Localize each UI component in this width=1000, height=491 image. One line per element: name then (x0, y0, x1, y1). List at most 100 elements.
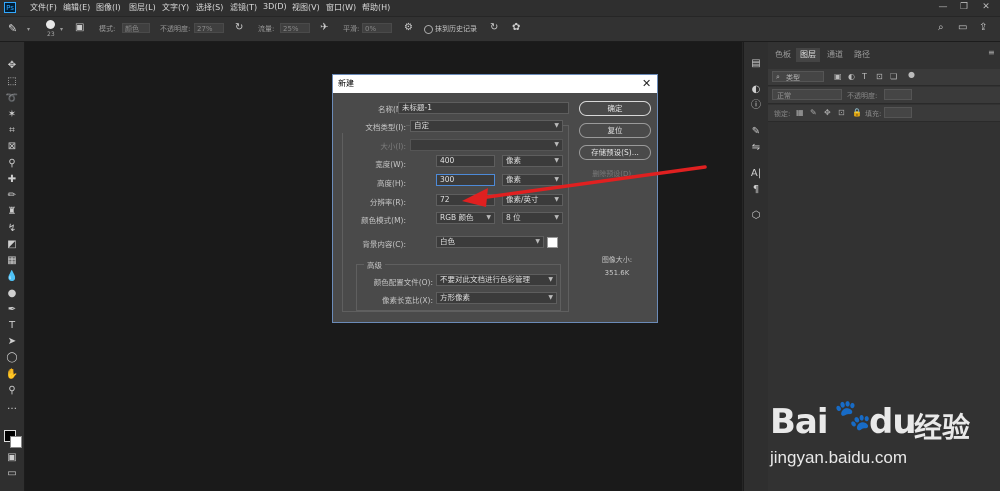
brush-settings-icon[interactable]: ✎ (749, 126, 763, 138)
gradient-tool-icon[interactable]: ▦ (5, 255, 19, 267)
save-preset-button[interactable]: 存储预设(S)... (579, 145, 651, 160)
mode-select[interactable]: 颜色 (122, 23, 150, 33)
workspace-icon[interactable]: ▭ (958, 22, 967, 33)
adjustments-panel-icon[interactable]: ◐ (749, 84, 763, 96)
gear-icon[interactable]: ⚙ (404, 22, 413, 33)
brush-panel-icon[interactable]: ▣ (75, 22, 84, 33)
move-tool-icon[interactable]: ✥ (5, 60, 19, 72)
flow-field[interactable]: 25% (280, 23, 310, 33)
resolution-unit-select[interactable]: 像素/英寸 ▼ (502, 194, 563, 206)
delete-preset-button[interactable]: 删除预设(D)... (579, 169, 651, 179)
close-icon[interactable]: ✕ (642, 75, 651, 93)
chevron-down-icon[interactable]: ▾ (60, 26, 63, 33)
menu-filter[interactable]: 滤镜(T) (230, 2, 257, 13)
menu-help[interactable]: 帮助(H) (362, 2, 390, 13)
menu-window[interactable]: 窗口(W) (326, 2, 356, 13)
more-tools-icon[interactable]: … (5, 401, 19, 413)
pen-tool-icon[interactable]: ✒ (5, 304, 19, 316)
stamp-tool-icon[interactable]: ♜ (5, 206, 19, 218)
smart-object-filter-icon[interactable]: ❏ (890, 72, 897, 81)
layer-opacity-field[interactable] (884, 89, 912, 100)
bitdepth-select[interactable]: 8 位 ▼ (502, 212, 563, 224)
height-input[interactable]: 300 (436, 174, 495, 186)
colormode-select[interactable]: RGB 颜色 ▼ (436, 212, 495, 224)
history-panel-icon[interactable]: ▤ (749, 58, 763, 70)
brush-preview-icon[interactable] (46, 20, 55, 29)
shape-filter-icon[interactable]: ⊡ (876, 72, 883, 81)
blend-mode-select[interactable]: 正常 (772, 89, 842, 100)
panel-menu-icon[interactable]: ≡ (988, 48, 995, 57)
info-panel-icon[interactable]: ⓘ (749, 100, 763, 112)
crop-tool-icon[interactable]: ⌗ (5, 125, 19, 137)
pressure-size-icon[interactable]: ↻ (490, 22, 498, 33)
menu-select[interactable]: 选择(S) (196, 2, 223, 13)
lock-all-icon[interactable]: 🔒 (852, 108, 862, 117)
menu-image[interactable]: 图像(I) (96, 2, 121, 13)
pixel-filter-icon[interactable]: ▣ (834, 72, 842, 81)
filter-toggle-icon[interactable]: ● (908, 70, 915, 79)
chevron-down-icon[interactable]: ▾ (27, 26, 30, 33)
eraser-tool-icon[interactable]: ✎ (8, 22, 17, 35)
character-panel-icon[interactable]: A| (749, 168, 763, 180)
airbrush-icon[interactable]: ✈ (320, 22, 328, 33)
filter-kind-select[interactable]: ⌕ 类型 (772, 71, 824, 82)
fill-field[interactable] (884, 107, 912, 118)
lasso-tool-icon[interactable]: ➰ (5, 93, 19, 105)
tab-swatches[interactable]: 色板 (771, 48, 795, 62)
marquee-tool-icon[interactable]: ⬚ (5, 76, 19, 88)
adjustment-filter-icon[interactable]: ◐ (848, 72, 855, 81)
ok-button[interactable]: 确定 (579, 101, 651, 116)
name-input[interactable]: 未标题-1 (398, 102, 569, 114)
menu-3d[interactable]: 3D(D) (263, 2, 287, 11)
3d-panel-icon[interactable]: ⬡ (749, 210, 763, 222)
opacity-field[interactable]: 27% (194, 23, 224, 33)
type-filter-icon[interactable]: T (862, 72, 867, 81)
background-color-swatch[interactable] (547, 237, 558, 248)
brush-tool-icon[interactable]: ✏ (5, 190, 19, 202)
path-select-icon[interactable]: ➤ (5, 336, 19, 348)
eraser-icon[interactable]: ◩ (5, 239, 19, 251)
doctype-select[interactable]: 自定 ▼ (410, 120, 563, 132)
blur-tool-icon[interactable]: 💧 (5, 271, 19, 283)
width-input[interactable]: 400 (436, 155, 495, 167)
tab-layers[interactable]: 图层 (796, 48, 820, 62)
menu-edit[interactable]: 编辑(E) (63, 2, 90, 13)
erase-history-checkbox[interactable] (424, 25, 433, 34)
background-color-swatch[interactable] (10, 436, 22, 448)
zoom-tool-icon[interactable]: ⚲ (5, 385, 19, 397)
shape-tool-icon[interactable]: ◯ (5, 352, 19, 364)
menu-file[interactable]: 文件(F) (30, 2, 57, 13)
share-icon[interactable]: ⇪ (979, 22, 987, 33)
background-select[interactable]: 白色 ▼ (436, 236, 544, 248)
menu-type[interactable]: 文字(Y) (162, 2, 189, 13)
history-brush-icon[interactable]: ↯ (5, 223, 19, 235)
dodge-tool-icon[interactable]: ● (5, 288, 19, 300)
color-profile-select[interactable]: 不要对此文档进行色彩管理 ▼ (436, 274, 557, 286)
search-icon[interactable]: ⌕ (938, 22, 944, 33)
smoothing-field[interactable]: 0% (362, 23, 392, 33)
lock-transparent-icon[interactable]: ▦ (796, 108, 804, 117)
restore-icon[interactable]: ❐ (957, 1, 971, 14)
paragraph-panel-icon[interactable]: ¶ (749, 184, 763, 196)
resolution-input[interactable]: 72 (436, 194, 495, 206)
lock-position-icon[interactable]: ✥ (824, 108, 831, 117)
height-unit-select[interactable]: 像素 ▼ (502, 174, 563, 186)
frame-tool-icon[interactable]: ⊠ (5, 141, 19, 153)
minimize-icon[interactable]: — (936, 1, 950, 14)
menu-view[interactable]: 视图(V) (292, 2, 320, 13)
width-unit-select[interactable]: 像素 ▼ (502, 155, 563, 167)
lock-artboard-icon[interactable]: ⊡ (838, 108, 845, 117)
lock-image-icon[interactable]: ✎ (810, 108, 817, 117)
hand-tool-icon[interactable]: ✋ (5, 369, 19, 381)
tab-channels[interactable]: 通道 (823, 48, 847, 62)
reset-button[interactable]: 复位 (579, 123, 651, 138)
type-tool-icon[interactable]: T (5, 320, 19, 332)
pixel-aspect-select[interactable]: 方形像素 ▼ (436, 292, 557, 304)
menu-layer[interactable]: 图层(L) (129, 2, 156, 13)
tab-paths[interactable]: 路径 (850, 48, 874, 62)
pressure-opacity-icon[interactable]: ↻ (235, 22, 243, 33)
symmetry-icon[interactable]: ✿ (512, 22, 520, 33)
magic-wand-icon[interactable]: ✶ (5, 109, 19, 121)
screen-mode-icon[interactable]: ▭ (5, 468, 19, 480)
properties-panel-icon[interactable]: ⇋ (749, 142, 763, 154)
